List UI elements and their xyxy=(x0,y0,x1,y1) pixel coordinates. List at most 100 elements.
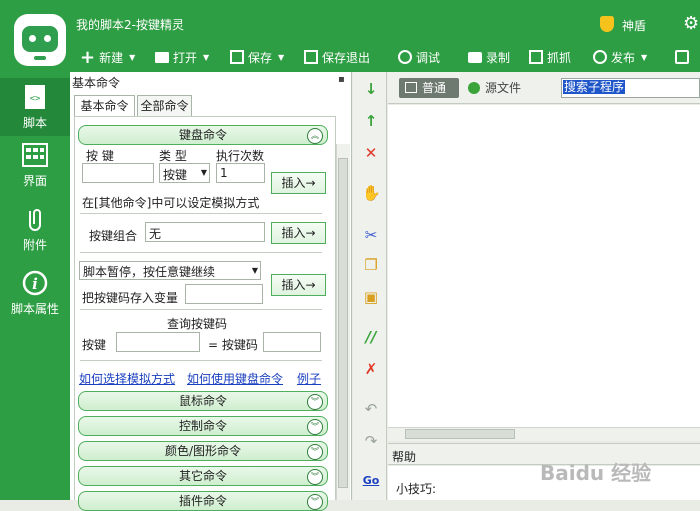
normal-tab-label: 普通 xyxy=(422,81,447,95)
link-example[interactable]: 例子 xyxy=(297,370,321,387)
plugin-section-header[interactable]: 插件命令 ︾ xyxy=(78,491,328,511)
mouse-section-header[interactable]: 鼠标命令 ︾ xyxy=(78,391,328,411)
cut-icon[interactable]: ✂ xyxy=(362,226,380,244)
publish-button[interactable]: 发布 ▼ xyxy=(593,47,647,67)
section-title: 插件命令 xyxy=(178,494,227,508)
normal-view-icon xyxy=(405,82,417,93)
pin-icon[interactable]: ▪ xyxy=(338,74,345,85)
vip-shield-label[interactable]: 神盾 xyxy=(622,17,646,34)
pause-select[interactable]: 脚本暂停，按任意键继续 ▼ xyxy=(79,261,261,280)
color-graphics-section-header[interactable]: 颜色/图形命令 ︾ xyxy=(78,441,328,461)
insert-pause-button[interactable]: 插入→ xyxy=(271,274,326,296)
capture-button[interactable]: 抓抓 xyxy=(529,47,571,67)
left-sidebar: <> 脚本 界面 附件 i 脚本属性 xyxy=(0,72,70,500)
tab-all-commands[interactable]: 全部命令 xyxy=(137,95,192,117)
tab-normal-view[interactable]: 普通 xyxy=(399,78,459,98)
sidebar-item-label: 附件 xyxy=(22,238,47,252)
combo-label: 按键组合 xyxy=(89,229,138,243)
key-input[interactable] xyxy=(82,163,154,183)
sidebar-item-properties[interactable]: i 脚本属性 xyxy=(0,270,70,317)
comment-icon[interactable]: // xyxy=(362,328,380,346)
insert-key-button[interactable]: 插入→ xyxy=(271,172,326,194)
paste-icon[interactable]: ▣ xyxy=(362,288,380,306)
expand-icon: ︾ xyxy=(307,419,323,435)
chevron-down-icon: ▼ xyxy=(251,266,258,275)
chevron-down-icon: ▼ xyxy=(200,168,207,177)
arrow-up-icon[interactable]: ↑ xyxy=(362,112,380,130)
query-code-label: = 按键码 xyxy=(208,338,258,352)
type-select[interactable]: 按键 ▼ xyxy=(159,163,210,183)
record-button[interactable]: 录制 xyxy=(468,47,510,67)
save-exit-label: 保存退出 xyxy=(322,50,371,65)
combo-input[interactable]: 无 xyxy=(145,222,265,242)
help-label: 帮助 xyxy=(392,450,417,464)
key-label: 按 键 xyxy=(86,149,114,163)
script-editor[interactable] xyxy=(388,105,700,427)
script-icon: <> xyxy=(25,85,45,109)
goto-icon[interactable]: Go xyxy=(362,472,380,490)
gear-icon[interactable]: ⚙ xyxy=(683,13,699,34)
editor-scrollbar-thumb[interactable] xyxy=(405,429,515,439)
save-exit-button[interactable]: 保存退出 xyxy=(304,47,370,67)
insert-combo-button[interactable]: 插入→ xyxy=(271,222,326,244)
sidebar-item-script[interactable]: <> 脚本 xyxy=(0,78,70,136)
other-section-header[interactable]: 其它命令 ︾ xyxy=(78,466,328,486)
sidebar-item-attachment[interactable]: 附件 xyxy=(0,206,70,253)
open-label: 打开 xyxy=(173,50,198,65)
undo-icon[interactable]: ↶ xyxy=(362,400,380,418)
attachment-icon xyxy=(29,209,41,231)
store-variable-input[interactable] xyxy=(185,284,263,304)
debug-button[interactable]: 调试 xyxy=(398,47,440,67)
keyboard-section-header[interactable]: 键盘命令 ︽ xyxy=(78,125,328,145)
link-keyboard-usage[interactable]: 如何使用键盘命令 xyxy=(187,370,283,387)
panel-title: 基本命令 xyxy=(72,76,121,90)
divider xyxy=(80,252,322,253)
query-code-input[interactable] xyxy=(263,332,321,352)
new-label: 新建 xyxy=(99,50,124,65)
open-button[interactable]: 打开 ▼ xyxy=(155,47,209,67)
plugin-icon xyxy=(675,50,689,64)
arrow-down-icon[interactable]: ↓ xyxy=(362,80,380,98)
query-title: 查询按键码 xyxy=(167,317,228,331)
plus-icon: + xyxy=(80,46,96,68)
uncomment-icon[interactable]: ✗ xyxy=(362,360,380,378)
publish-label: 发布 xyxy=(611,50,636,65)
capture-icon xyxy=(529,50,543,64)
section-title: 颜色/图形命令 xyxy=(164,444,242,458)
save-label: 保存 xyxy=(248,50,273,65)
sidebar-item-interface[interactable]: 界面 xyxy=(0,142,70,189)
copy-icon[interactable]: ❐ xyxy=(362,256,380,274)
panel-scrollbar-thumb[interactable] xyxy=(338,158,348,488)
type-label: 类 型 xyxy=(159,149,187,163)
control-section-header[interactable]: 控制命令 ︾ xyxy=(78,416,328,436)
sidebar-item-label: 脚本 xyxy=(22,116,47,130)
folder-icon xyxy=(155,51,169,63)
shield-icon xyxy=(600,16,614,32)
svg-text:i: i xyxy=(32,275,38,293)
tab-basic-commands[interactable]: 基本命令 xyxy=(74,95,135,117)
expand-icon: ︾ xyxy=(307,444,323,460)
divider xyxy=(80,213,322,214)
tip-label: 小技巧: xyxy=(396,482,437,496)
more-toolbar-button[interactable] xyxy=(675,47,689,67)
hand-icon[interactable]: ✋ xyxy=(362,184,381,202)
info-icon: i xyxy=(22,270,48,296)
count-input[interactable]: 1 xyxy=(216,163,265,183)
delete-icon[interactable]: ✕ xyxy=(362,144,380,162)
debug-label: 调试 xyxy=(416,50,441,65)
save-button[interactable]: 保存 ▼ xyxy=(230,47,284,67)
watermark: Baidu 经验 xyxy=(540,461,652,485)
tab-source-file[interactable]: 源文件 xyxy=(468,78,538,98)
redo-icon[interactable]: ↷ xyxy=(362,432,380,450)
pause-select-value: 脚本暂停，按任意键继续 xyxy=(83,265,216,279)
expand-icon: ︾ xyxy=(307,494,323,510)
new-button[interactable]: + 新建 ▼ xyxy=(80,46,135,68)
capture-label: 抓抓 xyxy=(547,50,572,65)
record-icon xyxy=(468,51,482,63)
query-key-input[interactable] xyxy=(116,332,200,352)
divider xyxy=(80,309,322,310)
source-tab-label: 源文件 xyxy=(485,81,522,95)
subroutine-search-placeholder: 搜索子程序 xyxy=(563,80,626,94)
type-select-value: 按键 xyxy=(163,168,188,182)
link-simulation-method[interactable]: 如何选择模拟方式 xyxy=(79,370,175,387)
